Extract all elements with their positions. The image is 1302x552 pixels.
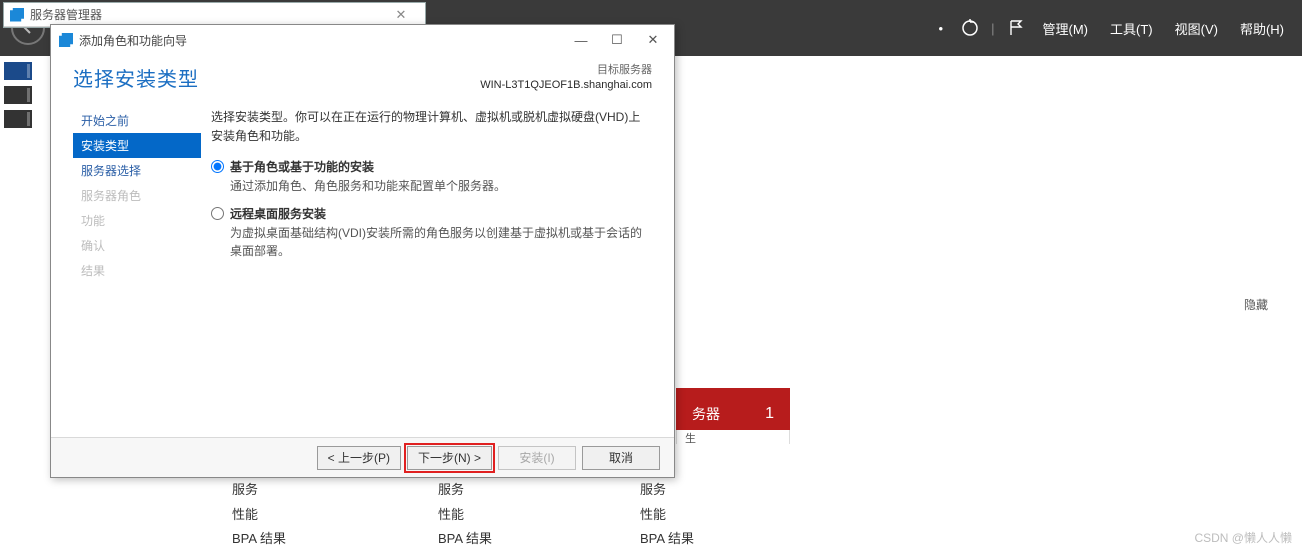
step-confirmation: 确认 [73, 233, 201, 258]
tile-count: 1 [765, 405, 774, 423]
tile-column-b: 服务 性能 BPA 结果 [438, 478, 608, 552]
nav-icon-dashboard[interactable] [4, 62, 32, 80]
add-roles-wizard: 添加角色和功能向导 — ☐ ✕ 选择安装类型 目标服务器 WIN-L3T1QJE… [50, 24, 675, 478]
refresh-icon[interactable] [957, 15, 983, 41]
option-label: 基于角色或基于功能的安装 [230, 158, 506, 175]
wizard-content: 选择安装类型。你可以在正在运行的物理计算机、虚拟机或脱机虚拟硬盘(VHD)上安装… [201, 106, 674, 444]
wizard-body: 开始之前 安装类型 服务器选择 服务器角色 功能 确认 结果 选择安装类型。你可… [51, 106, 674, 444]
bullet: • [931, 21, 952, 36]
tile-column-c: 服务 性能 BPA 结果 [640, 478, 810, 552]
dest-server-name: WIN-L3T1QJEOF1B.shanghai.com [480, 78, 652, 92]
wizard-header: 选择安装类型 目标服务器 WIN-L3T1QJEOF1B.shanghai.co… [51, 55, 674, 106]
option-role-based[interactable]: 基于角色或基于功能的安装 通过添加角色、角色服务和功能来配置单个服务器。 [211, 158, 652, 195]
tile-stub: 生 [676, 430, 790, 444]
col-row[interactable]: 性能 [438, 503, 608, 528]
parent-close-icon[interactable]: ✕ [381, 6, 421, 24]
separator: | [989, 21, 996, 36]
option-desc: 通过添加角色、角色服务和功能来配置单个服务器。 [230, 177, 506, 195]
tile-label: 务器 [692, 404, 720, 424]
col-row[interactable]: 服务 [640, 478, 810, 503]
step-features: 功能 [73, 208, 201, 233]
wizard-heading: 选择安装类型 [73, 63, 199, 92]
wizard-title-text: 添加角色和功能向导 [79, 32, 187, 49]
menu-help[interactable]: 帮助(H) [1232, 19, 1292, 38]
wizard-steps: 开始之前 安装类型 服务器选择 服务器角色 功能 确认 结果 [51, 106, 201, 444]
close-button[interactable]: ✕ [636, 29, 670, 51]
minimize-button[interactable]: — [564, 29, 598, 51]
radio-remote-desktop[interactable] [211, 207, 224, 220]
window-controls: — ☐ ✕ [564, 29, 670, 51]
step-server-roles: 服务器角色 [73, 183, 201, 208]
parent-title-text: 服务器管理器 [30, 6, 102, 23]
radio-role-based[interactable] [211, 160, 224, 173]
server-manager-icon [10, 8, 24, 22]
wizard-footer: < 上一步(P) 下一步(N) > 安装(I) 取消 [51, 437, 674, 477]
col-row[interactable]: 服务 [438, 478, 608, 503]
cancel-button[interactable]: 取消 [582, 446, 660, 470]
step-before-you-begin[interactable]: 开始之前 [73, 108, 201, 133]
menu-tools[interactable]: 工具(T) [1102, 19, 1161, 38]
nav-icon-all[interactable] [4, 110, 32, 128]
col-row[interactable]: BPA 结果 [232, 527, 402, 552]
col-row[interactable]: BPA 结果 [438, 527, 608, 552]
destination-server: 目标服务器 WIN-L3T1QJEOF1B.shanghai.com [480, 63, 652, 92]
hide-link[interactable]: 隐藏 [1244, 296, 1268, 313]
maximize-button[interactable]: ☐ [600, 29, 634, 51]
option-desc: 为虚拟桌面基础结构(VDI)安装所需的角色服务以创建基于虚拟机或基于会话的桌面部… [230, 224, 652, 260]
option-remote-desktop[interactable]: 远程桌面服务安装 为虚拟桌面基础结构(VDI)安装所需的角色服务以创建基于虚拟机… [211, 205, 652, 260]
previous-button[interactable]: < 上一步(P) [317, 446, 401, 470]
col-row[interactable]: BPA 结果 [640, 527, 810, 552]
left-nav-strip [0, 56, 36, 134]
top-bar-right: • | 管理(M) 工具(T) 视图(V) 帮助(H) [931, 0, 1292, 56]
intro-text: 选择安装类型。你可以在正在运行的物理计算机、虚拟机或脱机虚拟硬盘(VHD)上安装… [211, 108, 652, 146]
flag-icon[interactable] [1003, 15, 1029, 41]
col-row[interactable]: 性能 [232, 503, 402, 528]
install-button: 安装(I) [498, 446, 576, 470]
col-row[interactable]: 性能 [640, 503, 810, 528]
tile-column-a: 服务 性能 BPA 结果 [232, 478, 402, 552]
step-results: 结果 [73, 258, 201, 283]
step-installation-type[interactable]: 安装类型 [73, 133, 201, 158]
menu-manage[interactable]: 管理(M) [1035, 19, 1097, 38]
menu-view[interactable]: 视图(V) [1167, 19, 1226, 38]
wizard-icon [59, 33, 73, 47]
step-server-selection[interactable]: 服务器选择 [73, 158, 201, 183]
col-row[interactable]: 服务 [232, 478, 402, 503]
dest-label: 目标服务器 [480, 63, 652, 77]
option-label: 远程桌面服务安装 [230, 205, 652, 222]
next-button[interactable]: 下一步(N) > [407, 446, 492, 470]
nav-icon-local[interactable] [4, 86, 32, 104]
watermark: CSDN @懒人人懒 [1194, 529, 1292, 546]
